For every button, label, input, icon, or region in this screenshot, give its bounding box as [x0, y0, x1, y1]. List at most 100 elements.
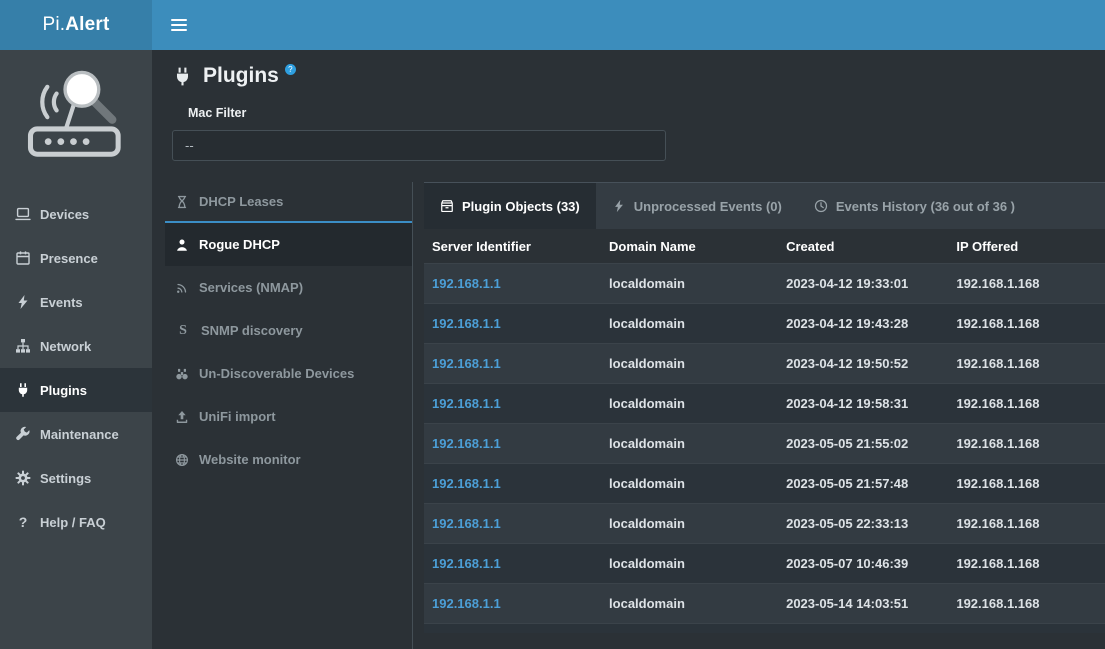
plugin-objects-table: Server Identifier Domain Name Created IP… [424, 229, 1105, 633]
table-row: 192.168.1.1 localdomain 2023-04-12 19:50… [424, 344, 1105, 384]
mac-filter-select[interactable]: -- [172, 130, 666, 161]
sidebar-nav: Devices Presence Events Network Plugins [0, 192, 152, 544]
main-row: Devices Presence Events Network Plugins [0, 50, 1105, 649]
binoculars-icon [175, 367, 189, 381]
ip-offered-cell: 192.168.1.168 [948, 344, 1105, 384]
server-identifier-link[interactable]: 192.168.1.1 [424, 464, 601, 504]
tab-plugin-objects[interactable]: Plugin Objects (33) [424, 183, 596, 229]
server-identifier-link[interactable]: 192.168.1.1 [424, 344, 601, 384]
question-icon: ? [15, 514, 31, 530]
plugin-objects-table-wrap: Server Identifier Domain Name Created IP… [424, 229, 1105, 649]
help-badge[interactable]: ? [285, 64, 296, 75]
column-header-ip-offered[interactable]: IP Offered [948, 229, 1105, 264]
server-identifier-link[interactable]: 192.168.1.1 [424, 384, 601, 424]
mac-filter-value: -- [185, 138, 194, 153]
ip-offered-cell: 192.168.1.168 [948, 504, 1105, 544]
plugin-layout: DHCP Leases Rogue DHCP Services (NMAP) S… [165, 182, 1105, 649]
sidebar-item-label: Presence [40, 251, 98, 266]
plugin-item-label: Rogue DHCP [199, 237, 280, 252]
plugin-item-snmp-discovery[interactable]: S SNMP discovery [165, 309, 412, 352]
page-title: Plugins [203, 63, 279, 89]
sidebar-item-settings[interactable]: Settings [0, 456, 152, 500]
sidebar-toggle-button[interactable] [152, 0, 206, 50]
radar-icon [175, 281, 189, 295]
sidebar-item-devices[interactable]: Devices [0, 192, 152, 236]
mac-filter-label: Mac Filter [188, 106, 1105, 120]
table-row: 192.168.1.1 localdomain 2023-05-07 10:46… [424, 544, 1105, 584]
table-row: 192.168.1.1 localdomain 2023-04-12 19:58… [424, 384, 1105, 424]
plugin-item-undiscoverable-devices[interactable]: Un-Discoverable Devices [165, 352, 412, 395]
plugin-item-label: UniFi import [199, 409, 276, 424]
tab-events-history[interactable]: Events History (36 out of 36 ) [798, 183, 1031, 229]
sidebar-item-label: Network [40, 339, 91, 354]
sidebar: Devices Presence Events Network Plugins [0, 50, 152, 649]
brand-bold: Alert [65, 14, 109, 36]
server-identifier-link[interactable]: 192.168.1.1 [424, 584, 601, 624]
topbar-main [152, 0, 1105, 50]
table-row: 192.168.1.1 localdomain 2023-05-05 22:33… [424, 504, 1105, 544]
sidebar-item-plugins[interactable]: Plugins [0, 368, 152, 412]
sidebar-item-events[interactable]: Events [0, 280, 152, 324]
clock-icon [814, 199, 828, 213]
plugin-item-label: Un-Discoverable Devices [199, 366, 354, 381]
column-header-server-identifier[interactable]: Server Identifier [424, 229, 601, 264]
calendar-icon [15, 250, 31, 266]
tab-label: Events History (36 out of 36 ) [836, 199, 1015, 214]
hourglass-icon [175, 195, 189, 209]
plugin-item-website-monitor[interactable]: Website monitor [165, 438, 412, 481]
server-identifier-link[interactable]: 192.168.1.1 [424, 544, 601, 584]
server-identifier-link[interactable]: 192.168.1.1 [424, 304, 601, 344]
upload-icon [175, 410, 189, 424]
tab-label: Unprocessed Events (0) [634, 199, 782, 214]
gear-icon [15, 470, 31, 486]
table-row: 192.168.1.1 localdomain 2023-05-14 14:03… [424, 584, 1105, 624]
sidebar-item-label: Devices [40, 207, 89, 222]
server-identifier-link[interactable]: 192.168.1.1 [424, 424, 601, 464]
ip-offered-cell: 192.168.1.168 [948, 384, 1105, 424]
bolt-icon [612, 199, 626, 213]
server-identifier-link[interactable]: 192.168.1.1 [424, 504, 601, 544]
ip-offered-cell: 192.168.1.168 [948, 264, 1105, 304]
plugin-item-label: Services (NMAP) [199, 280, 303, 295]
table-row: 192.168.1.1 localdomain 2023-04-12 19:43… [424, 304, 1105, 344]
domain-name-cell: localdomain [601, 344, 778, 384]
column-header-domain-name[interactable]: Domain Name [601, 229, 778, 264]
app-root: Pi.Alert [0, 0, 1105, 649]
box-icon [440, 199, 454, 213]
wrench-icon [15, 426, 31, 442]
sidebar-item-maintenance[interactable]: Maintenance [0, 412, 152, 456]
sidebar-item-label: Plugins [40, 383, 87, 398]
plugin-item-unifi-import[interactable]: UniFi import [165, 395, 412, 438]
brand-logo[interactable]: Pi.Alert [0, 0, 152, 50]
tab-bar: Plugin Objects (33) Unprocessed Events (… [424, 182, 1105, 229]
plugin-item-label: SNMP discovery [201, 323, 303, 338]
sidebar-item-presence[interactable]: Presence [0, 236, 152, 280]
plugin-item-label: Website monitor [199, 452, 301, 467]
ip-offered-cell: 192.168.1.168 [948, 424, 1105, 464]
domain-name-cell: localdomain [601, 304, 778, 344]
created-cell: 2023-04-12 19:58:31 [778, 384, 948, 424]
sidebar-item-help[interactable]: ? Help / FAQ [0, 500, 152, 544]
column-header-created[interactable]: Created [778, 229, 948, 264]
plugin-item-services-nmap[interactable]: Services (NMAP) [165, 266, 412, 309]
sidebar-item-label: Help / FAQ [40, 515, 106, 530]
table-row: 192.168.1.1 localdomain 2023-04-12 19:33… [424, 264, 1105, 304]
created-cell: 2023-05-05 21:57:48 [778, 464, 948, 504]
plugin-item-dhcp-leases[interactable]: DHCP Leases [165, 182, 412, 223]
plug-icon [15, 382, 31, 398]
domain-name-cell: localdomain [601, 384, 778, 424]
ip-offered-cell: 192.168.1.168 [948, 464, 1105, 504]
plugin-item-rogue-dhcp[interactable]: Rogue DHCP [165, 223, 412, 266]
globe-icon [175, 453, 189, 467]
created-cell: 2023-05-05 21:55:02 [778, 424, 948, 464]
sidebar-item-label: Settings [40, 471, 91, 486]
server-identifier-link[interactable]: 192.168.1.1 [424, 264, 601, 304]
sidebar-item-network[interactable]: Network [0, 324, 152, 368]
domain-name-cell: localdomain [601, 464, 778, 504]
tab-unprocessed-events[interactable]: Unprocessed Events (0) [596, 183, 798, 229]
ip-offered-cell: 192.168.1.168 [948, 304, 1105, 344]
created-cell: 2023-04-12 19:43:28 [778, 304, 948, 344]
created-cell: 2023-04-12 19:33:01 [778, 264, 948, 304]
hamburger-icon [171, 19, 187, 21]
table-row: 192.168.1.1 localdomain 2023-05-05 21:55… [424, 424, 1105, 464]
